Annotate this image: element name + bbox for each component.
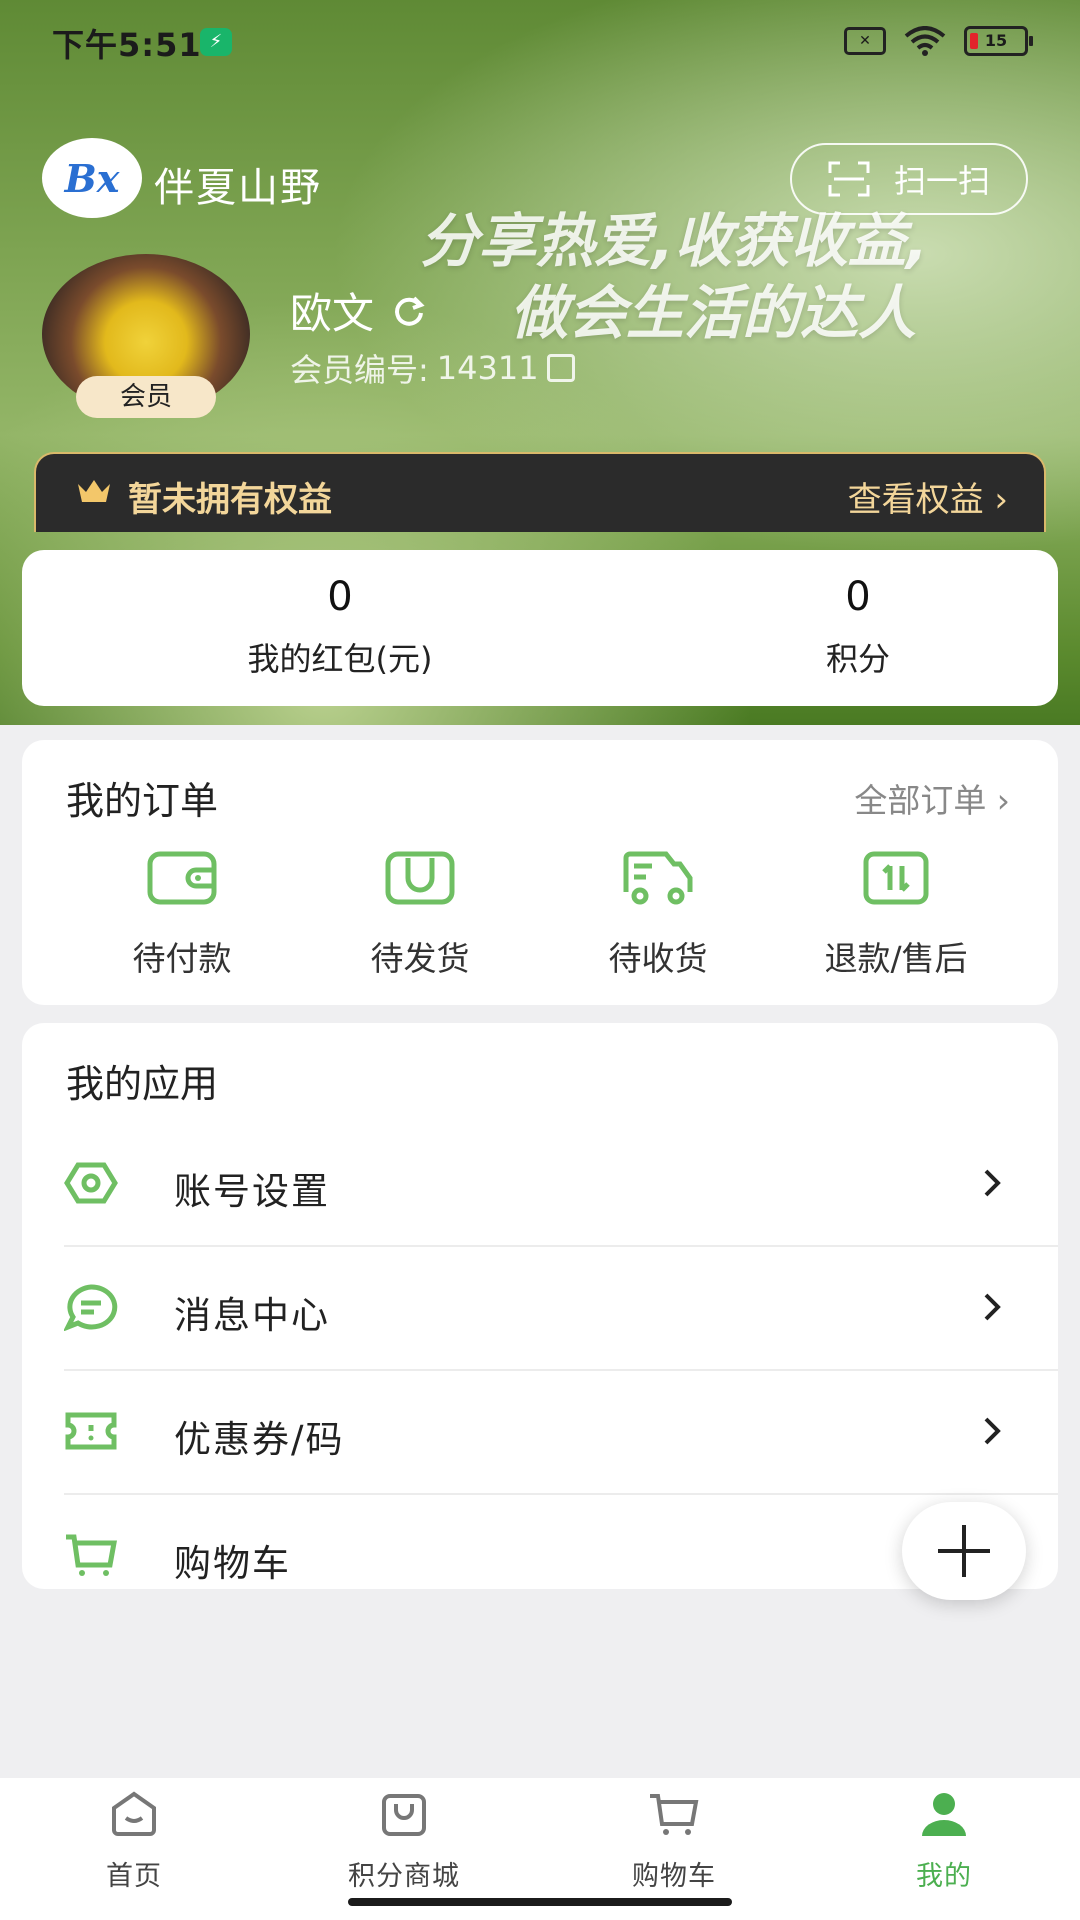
cart-icon [66,1534,117,1576]
app-item-label: 消息中心 [174,1294,330,1337]
slogan: 分享热爱,收获收益, 做会生活的达人 [420,205,980,349]
status-time: 下午5:51 [52,26,202,64]
brand-logo: Bx [42,138,142,218]
scan-icon [828,161,870,197]
apps-title: 我的应用 [66,1062,219,1106]
all-orders-link[interactable]: 全部订单 › [854,774,1010,822]
member-number-label: 会员编号: [290,351,429,389]
orders-title: 我的订单 [66,779,219,823]
order-label: 退款/售后 [824,939,968,978]
red-packet-value: 0 [327,574,353,620]
home-icon [112,1791,156,1836]
username: 欧文 [290,289,375,338]
my-orders-card: 我的订单 全部订单 › 待付款 待发货 待收货 退款/售后 [22,740,1058,1005]
app-item-coupons[interactable]: 优惠券/码 [64,1371,1058,1495]
view-benefits-label: 查看权益 [847,480,984,520]
brand-name: 伴夏山野 [154,165,322,211]
points-value: 0 [845,574,871,620]
tab-home[interactable]: 首页 [34,1790,234,1893]
points-label: 积分 [825,640,890,678]
add-button[interactable] [902,1502,1026,1600]
status-bar: 下午5:51 ⚡ ✕ 15 [0,0,1080,84]
scan-label: 扫一扫 [893,162,990,200]
points-stat[interactable]: 0 积分 [668,574,1048,680]
user-icon [922,1793,966,1836]
app-item-account-settings[interactable]: 账号设置 [64,1123,1058,1247]
red-packet-stat[interactable]: 0 我的红包(元) [150,574,530,680]
tab-label: 购物车 [632,1861,716,1892]
all-orders-label: 全部订单 [854,781,987,820]
benefits-bar[interactable]: 暂未拥有权益 查看权益 › [34,452,1046,532]
member-badge: 会员 [76,376,216,418]
member-number-row: 会员编号: 14311 [290,345,575,391]
order-pending-shipment[interactable]: 待发货 [310,850,530,980]
tab-points-mall[interactable]: 积分商城 [304,1790,504,1893]
chevron-right-icon [984,1293,1001,1321]
member-number: 14311 [436,349,539,387]
benefits-text: 暂未拥有权益 [128,480,332,520]
charging-app-icon: ⚡ [200,28,232,56]
app-item-label: 优惠券/码 [174,1418,345,1461]
order-label: 待发货 [370,939,470,978]
red-packet-label: 我的红包(元) [247,640,433,678]
package-icon [385,851,455,905]
mall-icon [382,1794,426,1836]
plus-icon [938,1525,990,1577]
slogan-line-2: 做会生活的达人 [510,279,917,347]
crown-icon [78,480,110,502]
wallet-icon [147,851,217,905]
no-sim-icon: ✕ [844,27,886,55]
copy-icon[interactable] [546,354,575,382]
tab-mine[interactable]: 我的 [844,1790,1044,1893]
chevron-right-icon [984,1417,1001,1445]
my-apps-card: 我的应用 账号设置 消息中心 优惠券/码 购物车 [22,1023,1058,1589]
order-label: 待收货 [608,939,708,978]
order-pending-payment[interactable]: 待付款 [72,850,292,980]
wifi-icon [904,26,946,56]
battery-icon: 15 [964,26,1033,56]
username-row: 欧文 [290,280,426,341]
cart-icon [650,1794,699,1835]
status-icons: ✕ 15 [844,26,1033,56]
tab-label: 积分商城 [348,1861,460,1892]
app-item-label: 购物车 [174,1542,291,1585]
wallet-card: 0 我的红包(元) 0 积分 [22,550,1058,706]
home-indicator[interactable] [348,1898,732,1906]
order-pending-receipt[interactable]: 待收货 [548,850,768,980]
app-item-message-center[interactable]: 消息中心 [64,1247,1058,1371]
tab-label: 我的 [916,1861,972,1892]
slogan-line-1: 分享热爱,收获收益, [420,207,929,275]
coupon-icon [65,1412,117,1450]
message-icon [64,1284,118,1331]
refund-icon [863,851,929,905]
order-refund-aftersale[interactable]: 退款/售后 [786,850,1006,980]
truck-icon [623,851,693,905]
settings-icon [64,1162,118,1204]
tab-cart[interactable]: 购物车 [574,1790,774,1893]
view-benefits-link[interactable]: 查看权益 › [848,472,1008,521]
order-label: 待付款 [132,939,232,978]
tab-label: 首页 [106,1861,162,1892]
refresh-icon[interactable] [392,294,426,328]
chevron-right-icon [984,1169,1001,1197]
app-item-label: 账号设置 [174,1170,330,1213]
